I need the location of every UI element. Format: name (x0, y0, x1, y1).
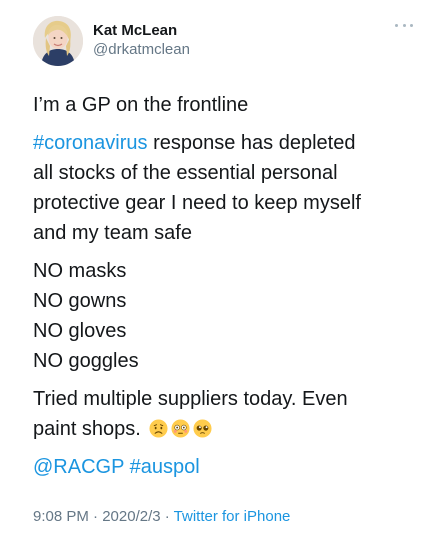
tweet-time[interactable]: 9:08 PM (33, 508, 89, 525)
author-names: Kat McLean @drkatmclean (93, 22, 190, 60)
list-item: NO goggles (33, 350, 139, 372)
text-line: @RACGP #auspol (33, 452, 428, 482)
paragraph: @RACGP #auspol (33, 452, 428, 482)
hashtag-link[interactable]: #coronavirus (33, 132, 148, 154)
text-span: paint shops. (33, 418, 141, 440)
separator: · (160, 508, 174, 525)
tweet-date[interactable]: 2020/2/3 (102, 508, 160, 525)
text-line: protective gear I need to keep myself (33, 192, 361, 214)
text-line: paint shops. (33, 414, 428, 444)
tweet-header: Kat McLean @drkatmclean (33, 16, 413, 72)
paragraph: #coronavirus response has depleted all s… (33, 128, 428, 248)
tweet-text: I’m a GP on the frontline #coronavirus r… (33, 90, 428, 482)
tweet-card: Kat McLean @drkatmclean I’m a GP on the … (0, 0, 445, 540)
list-item: NO gloves (33, 320, 127, 342)
text-line: #coronavirus response has depleted (33, 128, 428, 158)
mention-link[interactable]: @RACGP (33, 456, 124, 478)
text-line: and my team safe (33, 222, 192, 244)
more-horizontal-icon[interactable] (395, 18, 413, 32)
dot-icon (410, 23, 413, 27)
avatar[interactable] (33, 16, 83, 66)
paragraph: I’m a GP on the frontline (33, 90, 428, 120)
list-item: NO gowns (33, 290, 127, 312)
dot-icon (402, 23, 406, 27)
paragraph: Tried multiple suppliers today. Even pai… (33, 384, 428, 444)
text-span: response has depleted (147, 132, 356, 154)
avatar-photo (33, 16, 83, 66)
source-app-link[interactable]: Twitter for iPhone (174, 508, 291, 525)
author-handle[interactable]: @drkatmclean (93, 40, 190, 60)
text-line: I’m a GP on the frontline (33, 94, 249, 116)
list-item: NO masks (33, 260, 127, 282)
tweet-meta: 9:08 PM · 2020/2/3 · Twitter for iPhone (33, 508, 290, 525)
text-line: all stocks of the essential personal (33, 162, 338, 184)
hashtag-link[interactable]: #auspol (130, 456, 200, 478)
flushed-face-icon (171, 419, 190, 438)
separator: · (88, 508, 103, 525)
pleading-face-icon (193, 419, 212, 438)
dot-icon (395, 23, 398, 27)
worried-face-icon (149, 419, 168, 438)
paragraph: NO masks NO gowns NO gloves NO goggles (33, 256, 428, 376)
author-name[interactable]: Kat McLean (93, 22, 190, 40)
text-line: Tried multiple suppliers today. Even (33, 388, 348, 410)
